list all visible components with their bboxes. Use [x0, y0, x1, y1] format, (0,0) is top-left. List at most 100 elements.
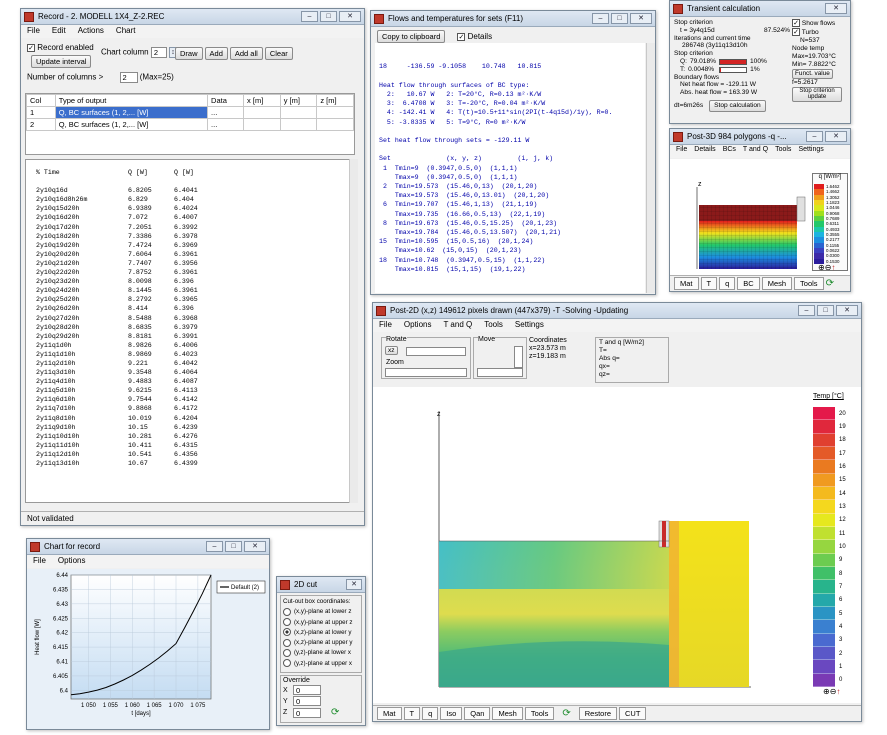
- minimize-icon[interactable]: –: [592, 13, 609, 24]
- cut-option[interactable]: (x,z)-plane at upper y: [283, 638, 359, 648]
- zoom-slider[interactable]: [385, 368, 467, 377]
- add-all-button[interactable]: Add all: [229, 47, 263, 60]
- cut-option[interactable]: (x,y)-plane at lower z: [283, 607, 359, 617]
- transient-titlebar[interactable]: Transient calculation ✕: [670, 1, 850, 17]
- menu-settings[interactable]: Settings: [515, 320, 544, 331]
- close-icon[interactable]: ✕: [836, 305, 858, 316]
- funct-value-button[interactable]: Funct. value: [792, 68, 833, 79]
- cut-option[interactable]: (x,y)-plane at upper z: [283, 617, 359, 628]
- menu-tools[interactable]: Tools: [775, 146, 791, 157]
- tab-mat[interactable]: Mat: [674, 277, 699, 290]
- zoom-in-icon[interactable]: ⊕: [823, 687, 830, 696]
- refresh-icon[interactable]: ⟳: [331, 707, 339, 718]
- z-override-input[interactable]: 0: [293, 707, 321, 718]
- tab-cut[interactable]: CUT: [619, 707, 647, 720]
- stop-calculation-button[interactable]: Stop calculation: [709, 99, 766, 112]
- refresh-icon[interactable]: ⟳: [556, 708, 576, 719]
- menu-t-and-q[interactable]: T and Q: [743, 146, 768, 157]
- up-icon[interactable]: ↑: [831, 263, 835, 272]
- chart-titlebar[interactable]: Chart for record – □ ✕: [27, 539, 269, 555]
- tab-tools[interactable]: Tools: [794, 277, 824, 290]
- maximize-icon[interactable]: □: [225, 541, 242, 552]
- radio-icon[interactable]: [283, 607, 291, 616]
- close-icon[interactable]: ✕: [244, 541, 266, 552]
- row-x[interactable]: [243, 118, 281, 131]
- record-scrollbar[interactable]: [349, 159, 358, 503]
- close-icon[interactable]: ✕: [346, 579, 362, 590]
- row-z[interactable]: [316, 118, 354, 131]
- menu-edit[interactable]: Edit: [52, 26, 66, 37]
- close-icon[interactable]: ✕: [825, 131, 847, 142]
- maximize-icon[interactable]: □: [320, 11, 337, 22]
- post3d-canvas[interactable]: z q [W/m²] 1.6462 1.4662 1.3052 1.1823 1.044…: [670, 159, 850, 275]
- menu-options[interactable]: Options: [404, 320, 432, 331]
- row-data-button[interactable]: ...: [207, 118, 245, 131]
- num-columns-input[interactable]: 2: [119, 72, 138, 83]
- stop-criterion-update-button[interactable]: Stop criterion update: [792, 86, 842, 102]
- move-vertical-slider[interactable]: [514, 346, 523, 368]
- menu-file[interactable]: File: [676, 146, 687, 157]
- minimize-icon[interactable]: –: [301, 11, 318, 22]
- post3d-titlebar[interactable]: Post-3D 984 polygons -q -... – ✕: [670, 129, 850, 145]
- menu-options[interactable]: Options: [58, 556, 86, 567]
- menu-bcs[interactable]: BCs: [723, 146, 736, 157]
- y-override-input[interactable]: 0: [293, 696, 321, 706]
- row-x[interactable]: [243, 106, 281, 119]
- tab-mat[interactable]: Mat: [377, 707, 402, 720]
- menu-settings[interactable]: Settings: [798, 146, 823, 157]
- update-interval-button[interactable]: Update interval: [31, 55, 92, 68]
- post2d-titlebar[interactable]: Post-2D (x,z) 149612 pixels drawn (447x3…: [373, 303, 861, 319]
- row-type-select[interactable]: Q, BC surfaces (1, 2,... [W]: [54, 106, 209, 119]
- radio-icon[interactable]: [283, 628, 291, 637]
- flows-text[interactable]: 18 -136.59 -9.1058 10.748 10.815 Heat flo…: [375, 43, 645, 293]
- menu-tools[interactable]: Tools: [484, 320, 503, 331]
- cut2d-titlebar[interactable]: 2D cut ✕: [277, 577, 365, 593]
- post2d-canvas[interactable]: z x: [373, 387, 861, 703]
- tab-mesh[interactable]: Mesh: [761, 277, 793, 290]
- tab-qan[interactable]: Qan: [464, 707, 491, 720]
- rotate-slider[interactable]: [406, 347, 466, 356]
- record-log[interactable]: % Time Q [W] Q [W] 2y10q16d 6.8205 6.4041 2y10…: [25, 159, 355, 503]
- table-row[interactable]: 1 Q, BC surfaces (1, 2,... [W] ...: [26, 106, 354, 119]
- cut-option[interactable]: (y,z)-plane at lower x: [283, 648, 359, 658]
- menu-chart[interactable]: Chart: [116, 26, 136, 37]
- copy-to-clipboard-button[interactable]: Copy to clipboard: [377, 30, 446, 43]
- radio-icon[interactable]: [283, 648, 291, 657]
- tab-q[interactable]: q: [719, 277, 736, 290]
- row-data-button[interactable]: ...: [207, 106, 245, 119]
- flows-scrollbar[interactable]: [646, 43, 655, 293]
- menu-file[interactable]: File: [27, 26, 40, 37]
- heat-flow-chart[interactable]: 6.4 6.405 6.41 6.415 6.42 6.425 6.43 6.435 6.44 1…: [27, 569, 269, 729]
- cut-option[interactable]: (y,z)-plane at upper x: [283, 659, 359, 669]
- row-y[interactable]: [279, 118, 318, 131]
- menu-actions[interactable]: Actions: [78, 26, 104, 37]
- record-titlebar[interactable]: Record - 2. MODELL 1X4_Z-2.REC – □ ✕: [21, 9, 364, 25]
- minimize-icon[interactable]: –: [206, 541, 223, 552]
- close-icon[interactable]: ✕: [825, 3, 847, 14]
- menu-t-and-q[interactable]: T and Q: [443, 320, 472, 331]
- row-z[interactable]: [316, 106, 354, 119]
- radio-icon[interactable]: [283, 617, 291, 626]
- table-row[interactable]: 2 Q, BC surfaces (1, 2,... [W] ...: [26, 118, 354, 131]
- clear-button[interactable]: Clear: [264, 47, 293, 60]
- close-icon[interactable]: ✕: [630, 13, 652, 24]
- minimize-icon[interactable]: –: [798, 305, 815, 316]
- menu-file[interactable]: File: [33, 556, 46, 567]
- tab-t[interactable]: T: [700, 277, 718, 290]
- close-icon[interactable]: ✕: [339, 11, 361, 22]
- turbo-checkbox[interactable]: ✓: [792, 27, 800, 36]
- tab-restore[interactable]: Restore: [578, 707, 617, 720]
- menu-file[interactable]: File: [379, 320, 392, 331]
- record-enabled-checkbox[interactable]: ✓: [27, 43, 35, 52]
- move-slider[interactable]: [477, 368, 523, 377]
- cut-option[interactable]: (x,z)-plane at lower y: [283, 628, 359, 638]
- tab-iso[interactable]: Iso: [440, 707, 463, 720]
- up-icon[interactable]: ↑: [836, 687, 840, 696]
- draw-button[interactable]: Draw: [175, 47, 203, 60]
- refresh-icon[interactable]: ⟳: [826, 278, 834, 289]
- xz-button[interactable]: xz: [385, 346, 398, 355]
- tab-mesh[interactable]: Mesh: [492, 707, 523, 720]
- row-y[interactable]: [279, 106, 318, 119]
- maximize-icon[interactable]: □: [817, 305, 834, 316]
- x-override-input[interactable]: 0: [293, 685, 321, 695]
